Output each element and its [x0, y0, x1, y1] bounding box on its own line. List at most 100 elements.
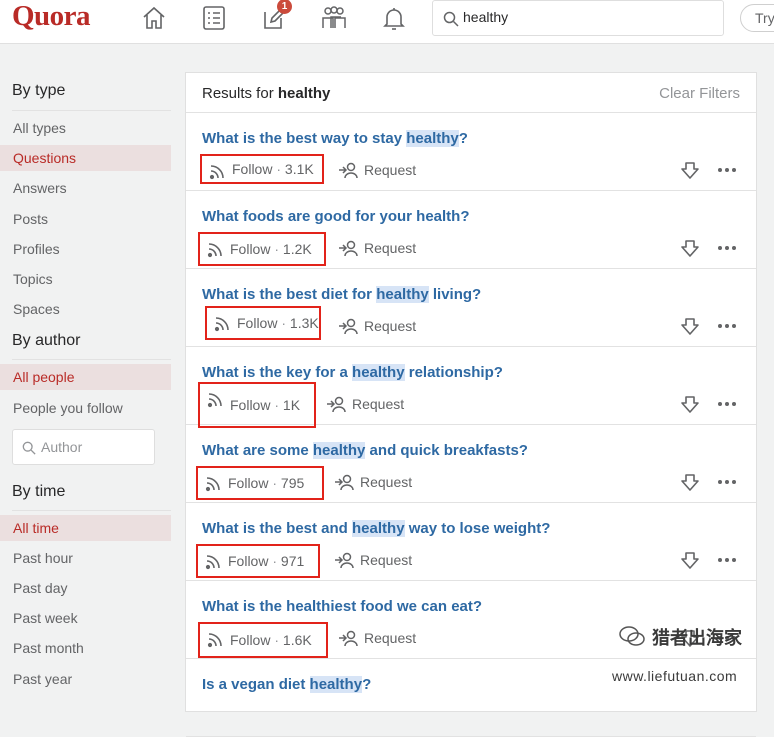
more-dots-icon[interactable] [716, 394, 738, 414]
filter-topics[interactable]: Topics [0, 266, 171, 292]
request-label: Request [364, 318, 417, 334]
follow-count: 3.1K [284, 161, 314, 177]
author-input[interactable] [41, 439, 149, 455]
question-title-link[interactable]: What is the best and healthy way to lose… [202, 520, 550, 537]
more-dots-icon[interactable] [716, 238, 738, 258]
notification-badge: 1 [277, 0, 292, 14]
filter-profiles[interactable]: Profiles [0, 236, 171, 262]
downvote-icon[interactable] [680, 394, 700, 414]
request-person-icon [335, 474, 354, 491]
divider [12, 359, 171, 360]
downvote-icon[interactable] [680, 160, 700, 180]
question-title-link[interactable]: What is the healthiest food we can eat? [202, 598, 482, 615]
author-search-box[interactable] [12, 429, 155, 465]
follow-button[interactable]: Follow · 3.1K [200, 154, 324, 184]
question-title-link[interactable]: What are some healthy and quick breakfas… [202, 442, 528, 459]
follow-count: 1.2K [282, 241, 312, 257]
search-box[interactable] [432, 0, 724, 36]
filter-all-time[interactable]: All time [0, 515, 171, 541]
clear-filters-button[interactable]: Clear Filters [659, 85, 740, 102]
follow-feed-icon [214, 317, 229, 332]
follow-label: Follow [237, 315, 278, 331]
results-query: healthy [277, 85, 331, 102]
filter-past-day[interactable]: Past day [0, 575, 171, 601]
downvote-icon[interactable] [680, 238, 700, 258]
filter-spaces[interactable]: Spaces [0, 296, 171, 322]
question-row: What foods are good for your health? Foll… [186, 191, 756, 269]
follow-feed-icon [205, 555, 220, 570]
filter-posts[interactable]: Posts [0, 206, 171, 232]
request-label: Request [364, 630, 417, 646]
spaces-icon[interactable] [320, 4, 348, 32]
search-term-highlight: healthy [352, 364, 405, 381]
search-input[interactable] [463, 9, 713, 25]
downvote-icon[interactable] [680, 472, 700, 492]
question-title-link[interactable]: What is the best way to stay healthy? [202, 130, 468, 147]
filter-answers[interactable]: Answers [0, 175, 171, 201]
answer-list-icon[interactable] [200, 4, 228, 32]
watermark-title: 猎者出海家 [652, 628, 742, 648]
follow-button[interactable]: Follow · 1.2K [198, 232, 326, 266]
watermark-url: www.liefutuan.com [612, 668, 738, 684]
bell-icon[interactable] [380, 4, 408, 32]
question-title-link[interactable]: What is the best diet for healthy living… [202, 286, 481, 303]
filter-past-hour[interactable]: Past hour [0, 545, 171, 571]
follow-button[interactable]: Follow · 795 [196, 466, 324, 500]
follow-button[interactable]: Follow · 1K [198, 382, 316, 428]
search-term-highlight: healthy [352, 520, 405, 537]
home-icon[interactable] [140, 4, 168, 32]
request-person-icon [339, 630, 358, 647]
filter-people-you-follow[interactable]: People you follow [0, 395, 171, 421]
follow-label: Follow [228, 475, 269, 491]
filter-past-year[interactable]: Past year [0, 666, 171, 692]
request-person-icon [339, 240, 358, 257]
more-dots-icon[interactable] [716, 316, 738, 336]
request-person-icon [335, 552, 354, 569]
question-row: What is the best and healthy way to lose… [186, 503, 756, 581]
try-partners-button[interactable]: Try [740, 4, 774, 32]
follow-button[interactable]: Follow · 1.3K [205, 306, 321, 340]
top-navigation-bar: Quora 1 Try [0, 0, 774, 44]
follow-label: Follow [232, 161, 273, 177]
request-label: Request [352, 396, 405, 412]
search-term-highlight: healthy [406, 130, 459, 147]
follow-feed-icon [207, 633, 222, 648]
more-dots-icon[interactable] [716, 550, 738, 570]
filter-past-month[interactable]: Past month [0, 635, 171, 661]
search-term-highlight: healthy [312, 442, 366, 459]
more-dots-icon[interactable] [716, 472, 738, 492]
question-row: What is the best diet for healthy living… [186, 269, 756, 347]
question-title-link[interactable]: What foods are good for your health? [202, 208, 470, 225]
downvote-icon[interactable] [680, 316, 700, 336]
follow-label: Follow [230, 397, 271, 413]
request-person-icon [339, 162, 358, 179]
request-label: Request [360, 474, 413, 490]
follow-count: 795 [280, 475, 305, 491]
search-icon [22, 441, 36, 455]
follow-button[interactable]: Follow · 971 [196, 544, 320, 578]
question-row: What are some healthy and quick breakfas… [186, 425, 756, 503]
filter-all-people[interactable]: All people [0, 364, 171, 390]
divider [12, 110, 171, 111]
more-dots-icon[interactable] [716, 160, 738, 180]
filter-past-week[interactable]: Past week [0, 605, 171, 631]
follow-count: 1.6K [282, 632, 312, 648]
follow-feed-icon [207, 393, 222, 408]
watermark: 猎者出海家 www.liefutuan.com [612, 624, 772, 694]
question-row: What is the key for a healthy relationsh… [186, 347, 756, 428]
question-title-link[interactable]: What is the key for a healthy relationsh… [202, 364, 503, 381]
follow-button[interactable]: Follow · 1.6K [198, 622, 328, 658]
request-label: Request [364, 162, 417, 178]
quora-logo[interactable]: Quora [12, 0, 91, 33]
follow-count: 1.3K [289, 315, 319, 331]
by-author-heading: By author [12, 332, 81, 349]
filter-questions[interactable]: Questions [0, 145, 171, 171]
question-title-link[interactable]: Is a vegan diet healthy? [202, 676, 371, 693]
results-header: Results for healthy Clear Filters [186, 73, 756, 113]
follow-label: Follow [230, 241, 271, 257]
search-term-highlight: healthy [309, 676, 363, 693]
filter-all-types[interactable]: All types [0, 115, 171, 141]
downvote-icon[interactable] [680, 550, 700, 570]
by-type-heading: By type [12, 82, 66, 99]
request-person-icon [327, 396, 346, 413]
